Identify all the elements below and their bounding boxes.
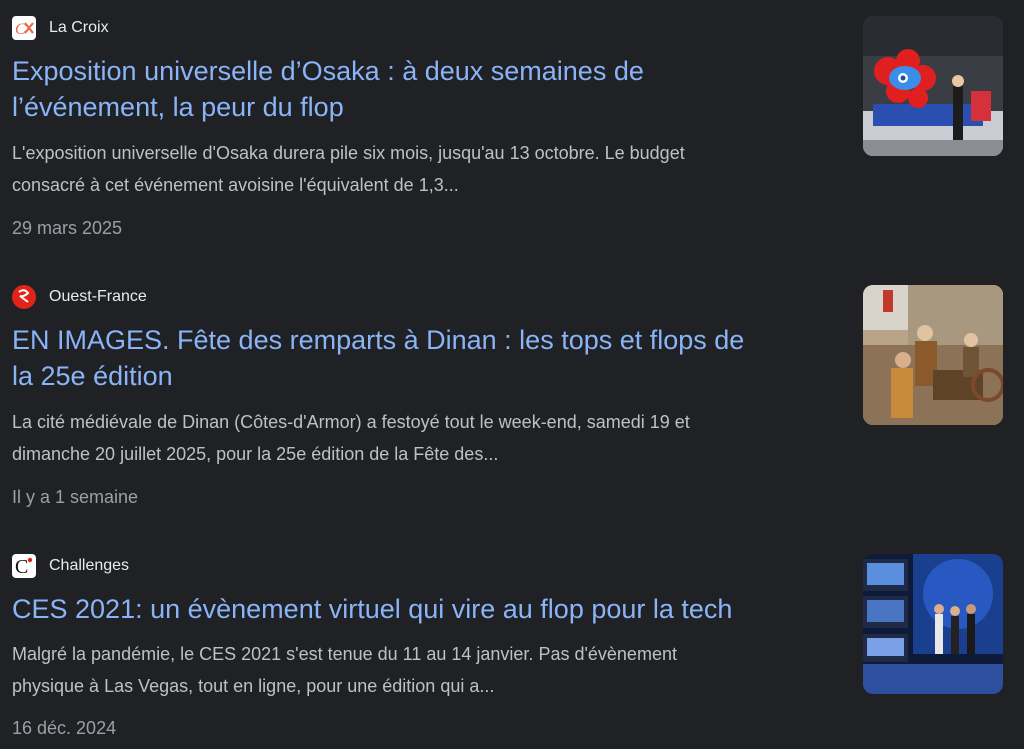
ces-studio-thumbnail[interactable] [863, 554, 1003, 694]
news-result-card[interactable]: C Challenges CES 2021: un évènement virt… [0, 538, 1024, 749]
title-line: la 25e édition [12, 361, 173, 391]
osaka-mascot-thumbnail[interactable] [863, 16, 1003, 156]
source-name[interactable]: Challenges [49, 556, 129, 576]
ouest-france-icon [12, 285, 36, 309]
publish-date: 29 mars 2025 [12, 218, 123, 238]
source-name[interactable]: Ouest-France [49, 287, 147, 307]
snippet-line: dimanche 20 juillet 2025, pour la 25e éd… [12, 444, 499, 464]
snippet-line: La cité médiévale de Dinan (Côtes-d'Armo… [12, 412, 690, 432]
source-row: C La Croix [12, 16, 109, 40]
svg-text:C: C [15, 556, 28, 578]
publish-date: Il y a 1 semaine [12, 487, 139, 507]
article-title-link[interactable]: CES 2021: un évènement virtuel qui vire … [12, 591, 852, 627]
snippet-line: consacré à cet événement avoisine l'équi… [12, 175, 459, 195]
news-result-card[interactable]: Ouest-France EN IMAGES. Fête des rempart… [0, 269, 1024, 509]
article-title-link[interactable]: Exposition universelle d’Osaka : à deux … [12, 53, 852, 125]
article-snippet: La cité médiévale de Dinan (Côtes-d'Armo… [12, 406, 852, 470]
title-line: EN IMAGES. Fête des remparts à Dinan : l… [12, 325, 745, 355]
news-result-card[interactable]: C La Croix Exposition universelle d’Osak… [0, 0, 1024, 240]
snippet-line: Malgré la pandémie, le CES 2021 s'est te… [12, 644, 677, 664]
title-line: l’événement, la peur du flop [12, 92, 344, 122]
article-snippet: L'exposition universelle d'Osaka durera … [12, 137, 852, 201]
publish-date: 16 déc. 2024 [12, 718, 117, 738]
title-line: CES 2021: un évènement virtuel qui vire … [12, 594, 733, 624]
source-row: C Challenges [12, 554, 129, 578]
la-croix-icon: C [12, 16, 36, 40]
source-name[interactable]: La Croix [49, 18, 109, 38]
snippet-line: L'exposition universelle d'Osaka durera … [12, 143, 685, 163]
title-line: Exposition universelle d’Osaka : à deux … [12, 56, 644, 86]
article-title-link[interactable]: EN IMAGES. Fête des remparts à Dinan : l… [12, 322, 852, 394]
snippet-line: physique à Las Vegas, tout en ligne, pou… [12, 676, 495, 696]
source-row: Ouest-France [12, 285, 147, 309]
dinan-festival-thumbnail[interactable] [863, 285, 1003, 425]
article-snippet: Malgré la pandémie, le CES 2021 s'est te… [12, 638, 852, 702]
challenges-icon: C [12, 554, 36, 578]
news-results-list: C La Croix Exposition universelle d’Osak… [0, 0, 1024, 749]
